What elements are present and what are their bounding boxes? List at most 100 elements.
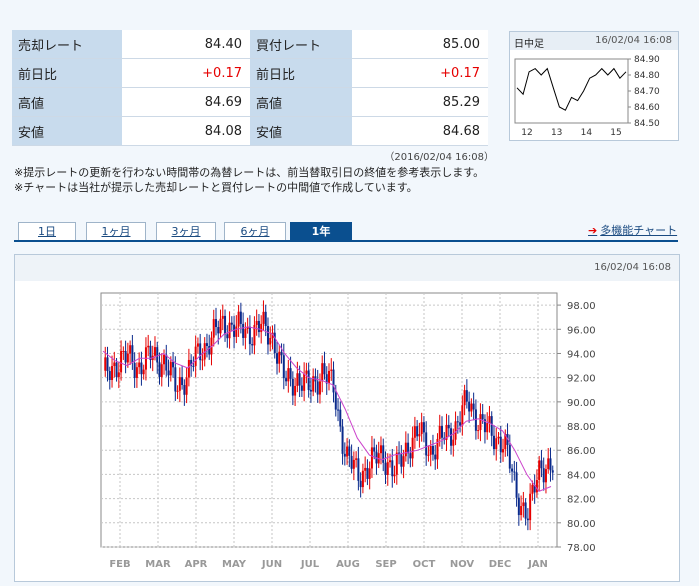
tab-1-year[interactable]: 1年 [290, 222, 352, 241]
candle [244, 329, 247, 338]
candle [115, 362, 118, 377]
candle [474, 409, 477, 431]
candle [402, 456, 405, 467]
candle [502, 449, 505, 453]
candle [129, 345, 132, 354]
candle [346, 446, 349, 457]
buy-rate-label: 買付レート [250, 30, 352, 59]
candle [298, 373, 301, 386]
candle [124, 350, 127, 363]
mini-y-tick-label: 84.50 [634, 119, 660, 129]
candle [438, 425, 441, 439]
candle [291, 378, 294, 396]
x-tick-label: DEC [489, 559, 511, 570]
candle [391, 460, 394, 477]
candle [257, 320, 260, 333]
candle [106, 357, 109, 372]
candle [544, 469, 547, 483]
candle [551, 470, 554, 473]
y-tick-label: 98.00 [567, 301, 596, 312]
candle [138, 362, 141, 368]
candle [235, 326, 238, 337]
candle [515, 472, 518, 498]
candle [262, 311, 265, 324]
candle [441, 425, 443, 438]
candle [461, 405, 464, 426]
multi-function-chart-link[interactable]: ➔ 多機能チャート [588, 222, 677, 238]
candle [513, 471, 516, 473]
candle [126, 353, 129, 363]
candle [490, 416, 493, 436]
candle [285, 378, 288, 382]
candle [321, 363, 324, 382]
candle [497, 436, 500, 439]
mini-chart-title: 日中足 [514, 39, 544, 50]
tab-3-months[interactable]: 3ヶ月 [156, 222, 216, 241]
candle [131, 345, 134, 363]
sell-change-value: +0.17 [122, 58, 250, 88]
candle [167, 370, 170, 376]
candle [393, 474, 396, 477]
candle [366, 467, 369, 479]
candle [379, 445, 382, 454]
candle [201, 359, 204, 361]
candle [526, 518, 529, 521]
candle [520, 506, 523, 516]
tab-1-day[interactable]: 1日 [18, 222, 76, 241]
candle [224, 315, 227, 335]
candle [255, 320, 258, 325]
candle [215, 319, 217, 328]
candle [318, 381, 321, 395]
candle [260, 323, 263, 333]
sell-high-value: 84.69 [122, 87, 250, 117]
candle [486, 423, 489, 433]
candle [368, 468, 371, 479]
candle [176, 390, 179, 392]
candle [343, 453, 346, 457]
candle [192, 365, 195, 367]
candle [140, 362, 143, 375]
candle [239, 311, 242, 324]
tab-6-months[interactable]: 6ヶ月 [224, 222, 286, 241]
candle [404, 442, 407, 457]
candle [332, 369, 335, 393]
candle [269, 337, 272, 345]
candle [300, 385, 303, 391]
x-tick-label: OCT [413, 559, 436, 570]
mini-x-tick-label: 12 [521, 128, 532, 138]
candle [341, 426, 344, 454]
candle [264, 311, 267, 327]
quote-table: 売却レート 84.40 買付レート 85.00 前日比 +0.17 前日比 +0… [12, 30, 488, 146]
candle [411, 437, 414, 459]
tab-1-month[interactable]: 1ヶ月 [86, 222, 146, 241]
candle [459, 422, 462, 426]
candle [517, 497, 520, 516]
candle [359, 480, 362, 488]
candle [266, 326, 269, 345]
candle [355, 458, 358, 460]
candle [470, 403, 473, 412]
candle [330, 369, 333, 371]
intraday-mini-chart[interactable]: 日中足 16/02/04 16:08 84.90 84.80 84.70 84.60 8… [509, 31, 679, 141]
buy-low-value: 84.68 [352, 116, 488, 146]
candle [373, 447, 376, 452]
buy-rate-value: 85.00 [352, 30, 488, 59]
candle [542, 468, 545, 483]
candle [133, 362, 136, 378]
candle [538, 460, 541, 480]
candle [499, 436, 502, 453]
candle [323, 363, 326, 375]
candle [147, 345, 150, 348]
candle [282, 355, 285, 379]
candle [535, 479, 538, 493]
candle [289, 368, 292, 379]
candle [416, 426, 419, 437]
candle [158, 362, 161, 377]
candle [183, 385, 186, 395]
mini-y-tick-label: 84.80 [634, 71, 660, 81]
candle [450, 428, 453, 446]
x-tick-label: SEP [375, 559, 396, 570]
x-tick-label: JUL [300, 559, 320, 570]
yearly-candlestick-chart[interactable]: FEB MAR APR MAY JUN JUL AUG SEP OCT NOV DEC JAN 98.0… [15, 255, 679, 581]
candle [287, 368, 290, 382]
